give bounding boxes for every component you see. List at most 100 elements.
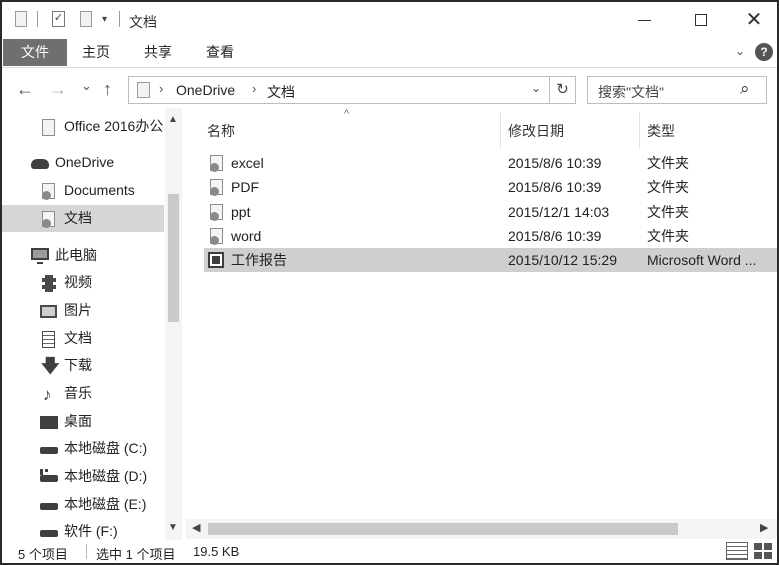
- sidebar-item-videos[interactable]: 视频: [2, 269, 164, 296]
- tab-home[interactable]: 主页: [82, 40, 110, 65]
- customize-quick-access-icon[interactable]: ▾: [102, 14, 107, 25]
- column-divider[interactable]: [639, 112, 640, 148]
- sync-folder-icon: [210, 179, 223, 196]
- selection-count: 选中 1 个项目: [96, 547, 176, 562]
- column-divider[interactable]: [500, 112, 501, 148]
- sidebar-item-label: 软件 (F:): [64, 523, 118, 539]
- file-row[interactable]: PDF 2015/8/6 10:39 文件夹: [204, 175, 777, 199]
- new-folder-icon[interactable]: [80, 11, 92, 27]
- search-placeholder[interactable]: 搜索"文档": [598, 82, 664, 102]
- sidebar-item-documents-en[interactable]: Documents: [2, 177, 164, 204]
- address-dropdown-chevron-icon[interactable]: ⌄: [531, 81, 541, 95]
- file-list-horizontal-scrollbar[interactable]: ◀ ▶: [186, 519, 777, 539]
- explorer-window: ✓ ▾ 文档 ✕ 文件 主页 共享 查看 ⌄ ? ← → ⌄ ↑ › OneDr…: [0, 0, 779, 565]
- navigation-pane-scrollbar[interactable]: ▲ ▼: [165, 108, 182, 540]
- tab-view[interactable]: 查看: [206, 40, 234, 65]
- sidebar-item-pictures[interactable]: 图片: [2, 297, 164, 324]
- quick-access-doc-icon[interactable]: [15, 11, 27, 27]
- close-button[interactable]: ✕: [734, 8, 774, 32]
- sidebar-item-label: 本地磁盘 (D:): [64, 468, 148, 484]
- music-icon: ♪: [43, 385, 52, 404]
- search-icon[interactable]: ⌕: [740, 79, 750, 99]
- sidebar-item-label: 音乐: [64, 385, 92, 401]
- recent-locations-chevron-icon[interactable]: ⌄: [81, 75, 92, 97]
- minimize-button[interactable]: [624, 8, 664, 32]
- refresh-icon[interactable]: ↻: [549, 77, 575, 103]
- sidebar-item-this-pc[interactable]: 此电脑: [2, 242, 164, 269]
- scrollbar-thumb[interactable]: [168, 194, 179, 322]
- scrollbar-thumb[interactable]: [208, 523, 678, 535]
- sidebar-item-label: 视频: [64, 274, 92, 290]
- breadcrumb-onedrive[interactable]: OneDrive: [176, 82, 235, 98]
- file-name: ppt: [231, 204, 251, 220]
- maximize-button[interactable]: [681, 8, 721, 32]
- forward-arrow-icon[interactable]: →: [49, 78, 67, 100]
- file-type: 文件夹: [647, 228, 689, 244]
- status-separator: [86, 544, 87, 559]
- column-header-type[interactable]: 类型: [647, 121, 675, 141]
- computer-icon: [31, 248, 49, 264]
- large-icons-view-icon[interactable]: [753, 542, 773, 560]
- sidebar-item-onedrive[interactable]: OneDrive: [2, 149, 164, 176]
- breadcrumb-documents[interactable]: 文档: [267, 82, 295, 102]
- file-row[interactable]: excel 2015/8/6 10:39 文件夹: [204, 151, 777, 175]
- download-icon: 🡇: [41, 356, 60, 376]
- scroll-left-chevron-icon[interactable]: ◀: [192, 521, 200, 534]
- column-header-modified[interactable]: 修改日期: [508, 121, 564, 141]
- item-count: 5 个项目: [18, 547, 68, 562]
- scroll-right-chevron-icon[interactable]: ▶: [760, 521, 768, 534]
- sidebar-item-documents[interactable]: 文档: [2, 325, 164, 352]
- tab-file[interactable]: 文件: [3, 39, 67, 66]
- expand-ribbon-chevron-icon[interactable]: ⌄: [735, 44, 745, 58]
- tab-share[interactable]: 共享: [144, 40, 172, 65]
- sidebar-item-label: 文档: [64, 210, 92, 226]
- sidebar-item-music[interactable]: ♪ 音乐: [2, 380, 164, 407]
- file-name: excel: [231, 155, 264, 171]
- sidebar-item-label: 图片: [64, 302, 92, 318]
- breadcrumb-separator: ›: [252, 81, 257, 96]
- sidebar-item-downloads[interactable]: 🡇 下载: [2, 352, 164, 379]
- navigation-pane: Office 2016办公 OneDrive Documents 文档 此电脑 …: [2, 108, 184, 540]
- document-icon: [42, 331, 55, 348]
- file-modified: 2015/8/6 10:39: [508, 228, 602, 244]
- sidebar-item-drive-d[interactable]: 本地磁盘 (D:): [2, 463, 164, 490]
- sidebar-item-label: Office 2016办公: [64, 118, 164, 134]
- drive-icon: [40, 469, 58, 482]
- drive-icon: [40, 530, 58, 537]
- sidebar-item-wendang-onedrive[interactable]: 文档: [2, 205, 164, 232]
- file-name: PDF: [231, 179, 259, 195]
- sidebar-item-desktop[interactable]: 桌面: [2, 408, 164, 435]
- search-box[interactable]: 搜索"文档" ⌕: [587, 76, 767, 104]
- file-name: 工作报告: [231, 252, 287, 268]
- sidebar-item-label: 文档: [64, 330, 92, 346]
- file-row[interactable]: word 2015/8/6 10:39 文件夹: [204, 224, 777, 248]
- file-type: 文件夹: [647, 155, 689, 171]
- sidebar-item-drive-f[interactable]: 软件 (F:): [2, 518, 164, 540]
- video-icon: [42, 275, 56, 292]
- sidebar-item-label: 下载: [64, 357, 92, 373]
- navigation-bar: ← → ⌄ ↑ › OneDrive › 文档 ⌄ ↻ 搜索"文档" ⌕: [2, 72, 777, 108]
- sidebar-item-drive-e[interactable]: 本地磁盘 (E:): [2, 491, 164, 518]
- sidebar-item-label: OneDrive: [55, 154, 115, 170]
- column-header-name[interactable]: 名称: [207, 121, 235, 141]
- help-icon[interactable]: ?: [755, 43, 773, 61]
- back-arrow-icon[interactable]: ←: [16, 78, 34, 100]
- sync-folder-icon: [210, 155, 223, 172]
- window-title: 文档: [129, 14, 157, 30]
- sync-folder-icon: [42, 211, 55, 228]
- details-view-icon[interactable]: [726, 542, 748, 560]
- file-row-selected[interactable]: 工作报告 2015/10/12 15:29 Microsoft Word ...: [204, 248, 777, 272]
- file-row[interactable]: ppt 2015/12/1 14:03 文件夹: [204, 200, 777, 224]
- sidebar-item-drive-c[interactable]: 本地磁盘 (C:): [2, 435, 164, 462]
- file-name: word: [231, 228, 262, 244]
- sidebar-item-office2016[interactable]: Office 2016办公: [2, 113, 164, 140]
- scroll-up-chevron-icon[interactable]: ▲: [168, 114, 178, 125]
- address-bar[interactable]: › OneDrive › 文档 ⌄ ↻: [128, 76, 576, 104]
- word-doc-icon: [208, 252, 224, 268]
- scroll-down-chevron-icon[interactable]: ▼: [168, 522, 178, 533]
- up-arrow-icon[interactable]: ↑: [103, 78, 112, 100]
- quick-access-separator: [37, 11, 38, 27]
- file-list: ^ 名称 修改日期 类型 excel 2015/8/6 10:39 文件夹 PD…: [186, 108, 777, 540]
- properties-check-icon[interactable]: ✓: [52, 11, 65, 27]
- ribbon-tabs: 文件 主页 共享 查看 ⌄ ?: [2, 38, 777, 68]
